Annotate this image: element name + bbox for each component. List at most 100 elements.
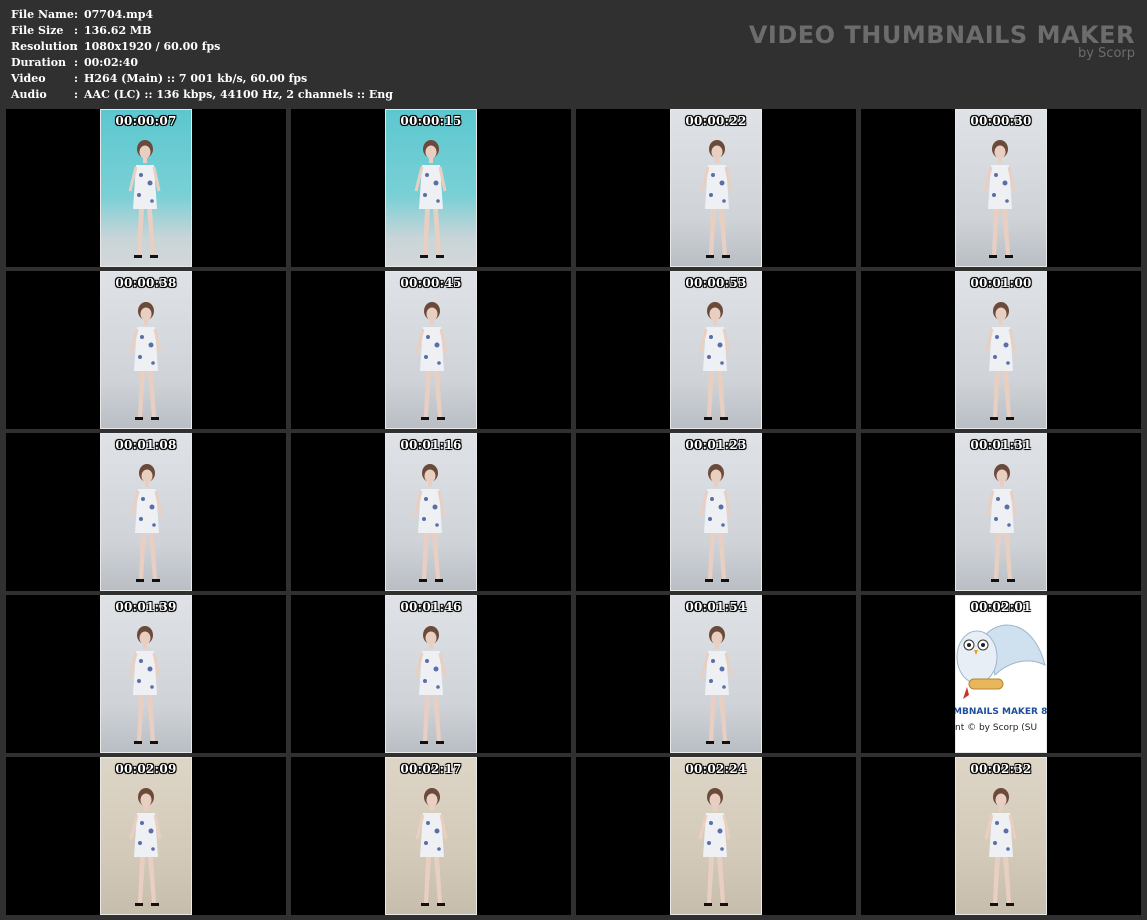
file-info: File Name:07704.mp4 File Size:136.62 MB Re… [11,7,393,103]
timestamp-label: 00:01:31 [970,438,1032,452]
thumbnail-cell[interactable]: 00:00:07 [6,109,286,267]
timestamp-label: 00:02:24 [685,762,747,776]
frame-figure [984,788,1017,906]
frame-figure [414,140,447,258]
info-row: Duration:00:02:40 [11,55,393,71]
thumbnail-cell[interactable]: 00:02:17 [291,757,571,915]
thumbnail-cell[interactable]: 00:01:08 [6,433,286,591]
brand-subtitle: by Scorp [1077,46,1135,61]
thumbnail-frame: 00:01:16 [385,433,477,591]
thumbnail-frame: 00:01:54 [670,595,762,753]
thumbnail-frame: 00:00:38 [100,271,192,429]
thumbnail-cell[interactable]: 00:01:39 [6,595,286,753]
info-separator: : [74,88,79,101]
brand-watermark: VIDEO THUMBNAILS MAKER by Scorp [749,21,1135,61]
frame-figure [700,626,733,744]
timestamp-label: 00:01:46 [400,600,462,614]
frame-figure [700,140,733,258]
info-separator: : [74,72,79,85]
timestamp-label: 00:01:16 [400,438,462,452]
thumbnail-cell[interactable]: 00:01:54 [576,595,856,753]
timestamp-label: 00:02:01 [970,600,1032,614]
info-value: AAC (LC) :: 136 kbps, 44100 Hz, 2 channe… [84,88,393,101]
info-label: Resolution [11,40,78,53]
info-row: File Name:07704.mp4 [11,7,393,23]
timestamp-label: 00:00:38 [115,276,177,290]
thumbnail-cell[interactable]: 00:01:31 [861,433,1141,591]
info-separator: : [74,56,79,69]
info-row: Audio: AAC (LC) :: 136 kbps, 44100 Hz, 2 … [11,87,393,103]
timestamp-label: 00:00:07 [115,114,177,128]
thumbnail-cell[interactable]: 00:02:32 [861,757,1141,915]
thumbnail-frame: 00:01:39 [100,595,192,753]
frame-figure [129,788,162,906]
info-separator: : [74,24,79,37]
thumbnail-cell[interactable]: 00:01:46 [291,595,571,753]
frame-figure [415,302,448,420]
info-value: 07704.mp4 [84,8,154,21]
timestamp-label: 00:02:17 [400,762,462,776]
frame-figure [983,140,1016,258]
frame-figure [984,302,1017,420]
timestamp-label: 00:00:15 [400,114,462,128]
timestamp-label: 00:00:22 [685,114,747,128]
thumbnail-frame: 00:01:31 [955,433,1047,591]
frame-figure [985,464,1018,582]
thumbnail-frame: 00:00:30 [955,109,1047,267]
timestamp-label: 00:01:00 [970,276,1032,290]
thumbnail-cell[interactable]: 00:00:30 [861,109,1141,267]
info-row: Resolution:1080x1920 / 60.00 fps [11,39,393,55]
thumbnail-frame: 00:01:00 [955,271,1047,429]
info-label: File Name [11,8,74,21]
info-value: 1080x1920 / 60.00 fps [84,40,221,53]
info-value: H264 (Main) :: 7 001 kb/s, 60.00 fps [84,72,308,85]
info-value: 136.62 MB [84,24,152,37]
info-value: 00:02:40 [84,56,139,69]
thumbnail-frame: 00:00:15 [385,109,477,267]
thumbnail-cell[interactable]: 00:02:09 [6,757,286,915]
thumbnail-frame: 00:02:32 [955,757,1047,915]
thumbnail-cell[interactable]: 00:00:15 [291,109,571,267]
timestamp-label: 00:01:08 [115,438,177,452]
thumbnail-frame: 00:02:24 [670,757,762,915]
thumbnail-cell[interactable]: 00:00:22 [576,109,856,267]
thumbnail-cell[interactable]: 00:00:38 [6,271,286,429]
frame-figure [698,302,731,420]
frame-figure [128,626,161,744]
thumbnail-grid: 00:00:07 00:00:15 00:00:22 00:00:30 00:00:38… [0,108,1147,920]
timestamp-label: 00:01:54 [685,600,747,614]
logo-copyright: nt © by Scorp (SU [955,723,1038,733]
timestamp-label: 00:02:32 [970,762,1032,776]
info-separator: : [74,40,79,53]
timestamp-label: 00:00:30 [970,114,1032,128]
thumbnail-cell[interactable]: 00:01:16 [291,433,571,591]
thumbnail-frame: 00:02:09 [100,757,192,915]
thumbnail-cell[interactable]: 00:00:53 [576,271,856,429]
info-label: Duration [11,56,67,69]
frame-figure [698,788,731,906]
info-header: File Name:07704.mp4 File Size:136.62 MB Re… [0,0,1147,108]
thumbnail-frame: 00:02:17 [385,757,477,915]
info-label: Audio [11,88,47,101]
frame-figure [414,626,447,744]
timestamp-label: 00:00:53 [685,276,747,290]
info-row: Video: H264 (Main) :: 7 001 kb/s, 60.00 f… [11,71,393,87]
thumbnail-cell[interactable]: 00:01:23 [576,433,856,591]
thumbnail-cell[interactable]: 00:01:00 [861,271,1141,429]
frame-figure [130,464,163,582]
frame-figure [699,464,732,582]
thumbnail-cell[interactable]: MBNAILS MAKER 8 nt © by Scorp (SU 00:02:01 [861,595,1141,753]
thumbnail-frame: MBNAILS MAKER 8 nt © by Scorp (SU 00:02:01 [955,595,1047,753]
frame-figure [129,302,162,420]
brand-title: VIDEO THUMBNAILS MAKER [748,21,1135,49]
timestamp-label: 00:01:39 [115,600,177,614]
thumbnail-frame: 00:00:07 [100,109,192,267]
timestamp-label: 00:02:09 [115,762,177,776]
timestamp-label: 00:00:45 [400,276,462,290]
info-label: Video [11,72,46,85]
logo-caption: MBNAILS MAKER 8 [955,707,1047,717]
thumbnail-cell[interactable]: 00:00:45 [291,271,571,429]
thumbnail-cell[interactable]: 00:02:24 [576,757,856,915]
thumbnail-frame: 00:00:22 [670,109,762,267]
info-row: File Size:136.62 MB [11,23,393,39]
